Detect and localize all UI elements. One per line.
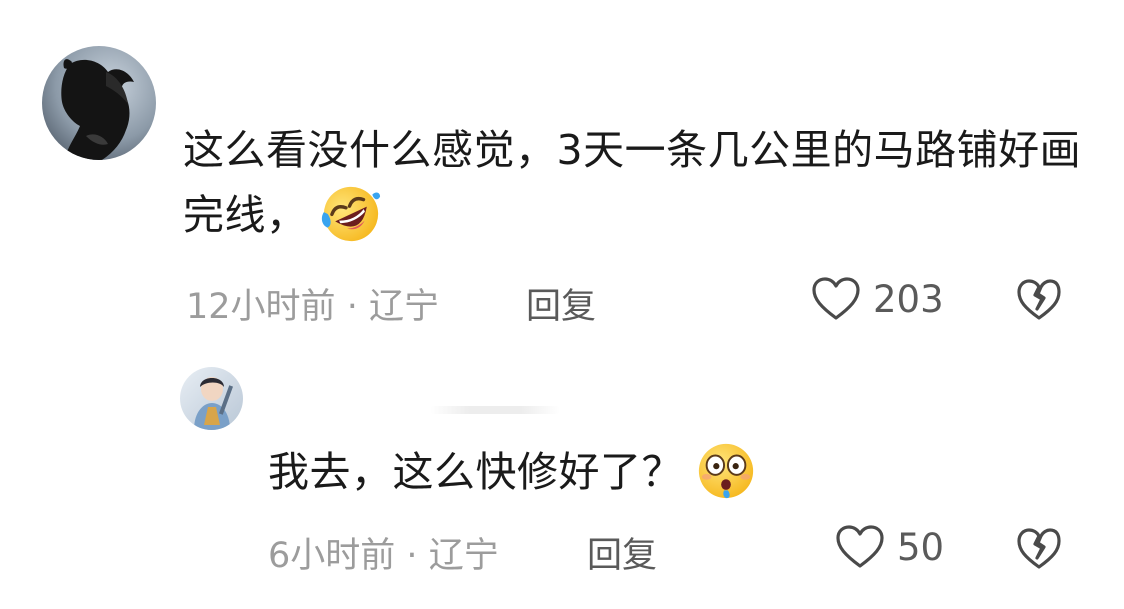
reply-to-reply-button[interactable]: 回复 bbox=[587, 527, 657, 578]
comment-body: 这么看没什么感觉，3天一条几公里的马路铺好画完线， bbox=[183, 126, 1082, 239]
reply-comment-body: 我去，这么快修好了？ bbox=[268, 448, 683, 496]
dislike-button[interactable] bbox=[1016, 278, 1062, 322]
black-horse-avatar-image bbox=[42, 46, 156, 160]
like-button[interactable]: 203 bbox=[811, 276, 944, 322]
faint-divider bbox=[430, 406, 560, 414]
reply-dislike-button[interactable] bbox=[1016, 527, 1062, 571]
meta-separator: · bbox=[346, 287, 358, 327]
flushed-face-icon bbox=[695, 440, 757, 502]
reply-commenter-avatar[interactable] bbox=[180, 367, 243, 430]
person-portrait-avatar-image bbox=[180, 367, 243, 430]
reply-like-button[interactable]: 50 bbox=[835, 524, 944, 570]
comment-meta: 12小时前 · 辽宁 bbox=[186, 278, 439, 329]
broken-heart-icon bbox=[1017, 528, 1061, 569]
heart-icon bbox=[836, 525, 884, 568]
comment-text: 这么看没什么感觉，3天一条几公里的马路铺好画完线， bbox=[183, 118, 1083, 248]
broken-heart-icon bbox=[1017, 279, 1061, 320]
comment-time: 12小时前 bbox=[186, 287, 336, 327]
like-count: 203 bbox=[873, 277, 944, 321]
rolling-on-floor-laughing-icon bbox=[320, 183, 382, 245]
reply-like-count: 50 bbox=[897, 525, 945, 569]
commenter-avatar[interactable] bbox=[42, 46, 156, 160]
heart-icon bbox=[812, 277, 860, 320]
reply-comment-location: 辽宁 bbox=[428, 536, 499, 576]
reply-comment-meta: 6小时前 · 辽宁 bbox=[268, 527, 499, 578]
meta-separator: · bbox=[406, 536, 418, 576]
comment-location: 辽宁 bbox=[368, 287, 439, 327]
reply-comment-time: 6小时前 bbox=[268, 536, 396, 576]
reply-button[interactable]: 回复 bbox=[526, 278, 596, 329]
reply-comment-text: 我去，这么快修好了？ bbox=[268, 440, 1028, 505]
